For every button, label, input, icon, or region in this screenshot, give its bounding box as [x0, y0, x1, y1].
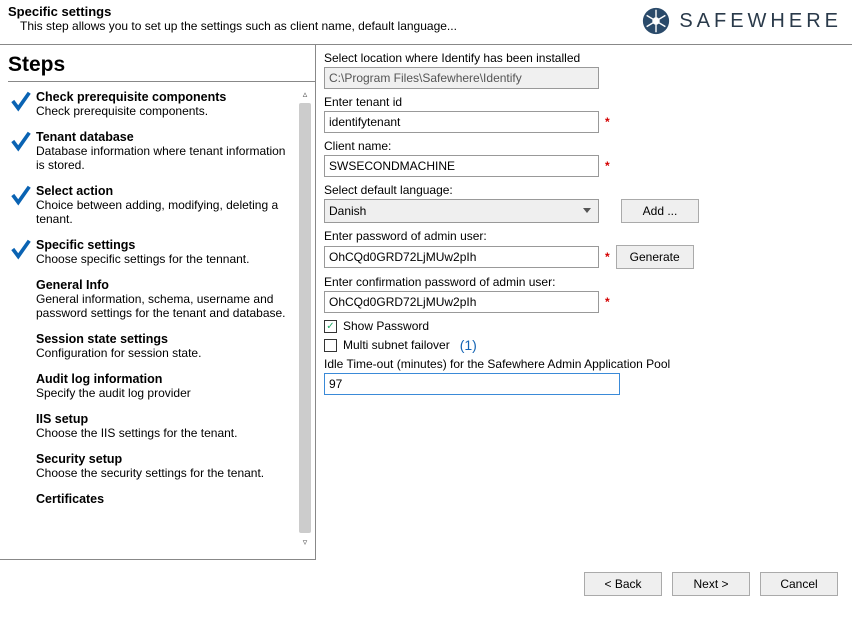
- page-title: Specific settings: [8, 4, 457, 19]
- brand-text: SAFEWHERE: [679, 10, 842, 33]
- footer: < Back Next > Cancel: [0, 560, 852, 596]
- sidebar-step[interactable]: Session state settingsConfiguration for …: [8, 332, 295, 360]
- step-title: Session state settings: [36, 332, 201, 346]
- confirm-input[interactable]: [324, 291, 599, 313]
- location-input: [324, 67, 599, 89]
- next-button[interactable]: Next >: [672, 572, 750, 596]
- sidebar-step[interactable]: Specific settingsChoose specific setting…: [8, 238, 295, 266]
- tenant-input[interactable]: [324, 111, 599, 133]
- sidebar-step[interactable]: Certificates: [8, 492, 295, 506]
- back-button[interactable]: < Back: [584, 572, 662, 596]
- sidebar-title: Steps: [8, 53, 315, 82]
- confirm-label: Enter confirmation password of admin use…: [324, 275, 840, 289]
- safewhere-icon: [641, 6, 671, 36]
- location-label: Select location where Identify has been …: [324, 51, 840, 65]
- multi-subnet-checkbox[interactable]: [324, 339, 337, 352]
- sidebar-step[interactable]: Audit log informationSpecify the audit l…: [8, 372, 295, 400]
- pwd-input[interactable]: [324, 246, 599, 268]
- step-title: Audit log information: [36, 372, 191, 386]
- step-desc: Specify the audit log provider: [36, 386, 191, 400]
- sidebar-step[interactable]: IIS setupChoose the IIS settings for the…: [8, 412, 295, 440]
- multi-subnet-label: Multi subnet failover: [343, 338, 450, 352]
- sidebar-scrollbar[interactable]: ▵ ▿: [297, 87, 313, 549]
- check-icon: [10, 184, 32, 211]
- page-subtitle: This step allows you to set up the setti…: [8, 19, 457, 33]
- required-icon: *: [605, 295, 610, 309]
- step-desc: Choose the security settings for the ten…: [36, 466, 264, 480]
- sidebar: Steps Check prerequisite componentsCheck…: [0, 45, 316, 560]
- sidebar-step[interactable]: Check prerequisite componentsCheck prere…: [8, 90, 295, 118]
- add-button[interactable]: Add ...: [621, 199, 699, 223]
- lang-select[interactable]: Danish: [324, 199, 599, 223]
- show-password-checkbox[interactable]: ✓: [324, 320, 337, 333]
- show-password-label: Show Password: [343, 319, 429, 333]
- sidebar-step[interactable]: Security setupChoose the security settin…: [8, 452, 295, 480]
- pwd-label: Enter password of admin user:: [324, 229, 840, 243]
- lang-label: Select default language:: [324, 183, 840, 197]
- steps-list: Check prerequisite componentsCheck prere…: [8, 90, 315, 540]
- step-title: Certificates: [36, 492, 104, 506]
- step-title: Select action: [36, 184, 295, 198]
- check-icon: [10, 238, 32, 265]
- check-icon: [10, 130, 32, 157]
- check-icon: [10, 90, 32, 117]
- cancel-button[interactable]: Cancel: [760, 572, 838, 596]
- brand-logo: SAFEWHERE: [641, 6, 842, 36]
- annotation-1: (1): [460, 337, 477, 353]
- step-title: Tenant database: [36, 130, 295, 144]
- step-desc: Choice between adding, modifying, deleti…: [36, 198, 295, 226]
- form-panel: Select location where Identify has been …: [316, 45, 852, 560]
- sidebar-step[interactable]: General InfoGeneral information, schema,…: [8, 278, 295, 320]
- header-text: Specific settings This step allows you t…: [8, 4, 457, 33]
- generate-button[interactable]: Generate: [616, 245, 694, 269]
- scroll-down-icon[interactable]: ▿: [298, 535, 312, 549]
- idle-input[interactable]: [324, 373, 620, 395]
- idle-label: Idle Time-out (minutes) for the Safewher…: [324, 357, 840, 371]
- scroll-up-icon[interactable]: ▵: [298, 87, 312, 101]
- tenant-label: Enter tenant id: [324, 95, 840, 109]
- required-icon: *: [605, 159, 610, 173]
- main-area: Steps Check prerequisite componentsCheck…: [0, 45, 852, 560]
- sidebar-step[interactable]: Tenant databaseDatabase information wher…: [8, 130, 295, 172]
- step-title: General Info: [36, 278, 295, 292]
- step-desc: Choose specific settings for the tennant…: [36, 252, 249, 266]
- step-desc: Choose the IIS settings for the tenant.: [36, 426, 237, 440]
- step-desc: General information, schema, username an…: [36, 292, 295, 320]
- scroll-thumb[interactable]: [299, 103, 311, 533]
- step-title: Check prerequisite components: [36, 90, 226, 104]
- sidebar-step[interactable]: Select actionChoice between adding, modi…: [8, 184, 295, 226]
- step-desc: Database information where tenant inform…: [36, 144, 295, 172]
- header: Specific settings This step allows you t…: [0, 0, 852, 38]
- step-title: Specific settings: [36, 238, 249, 252]
- step-desc: Check prerequisite components.: [36, 104, 226, 118]
- step-title: Security setup: [36, 452, 264, 466]
- step-desc: Configuration for session state.: [36, 346, 201, 360]
- step-title: IIS setup: [36, 412, 237, 426]
- required-icon: *: [605, 250, 610, 264]
- client-label: Client name:: [324, 139, 840, 153]
- required-icon: *: [605, 115, 610, 129]
- client-input[interactable]: [324, 155, 599, 177]
